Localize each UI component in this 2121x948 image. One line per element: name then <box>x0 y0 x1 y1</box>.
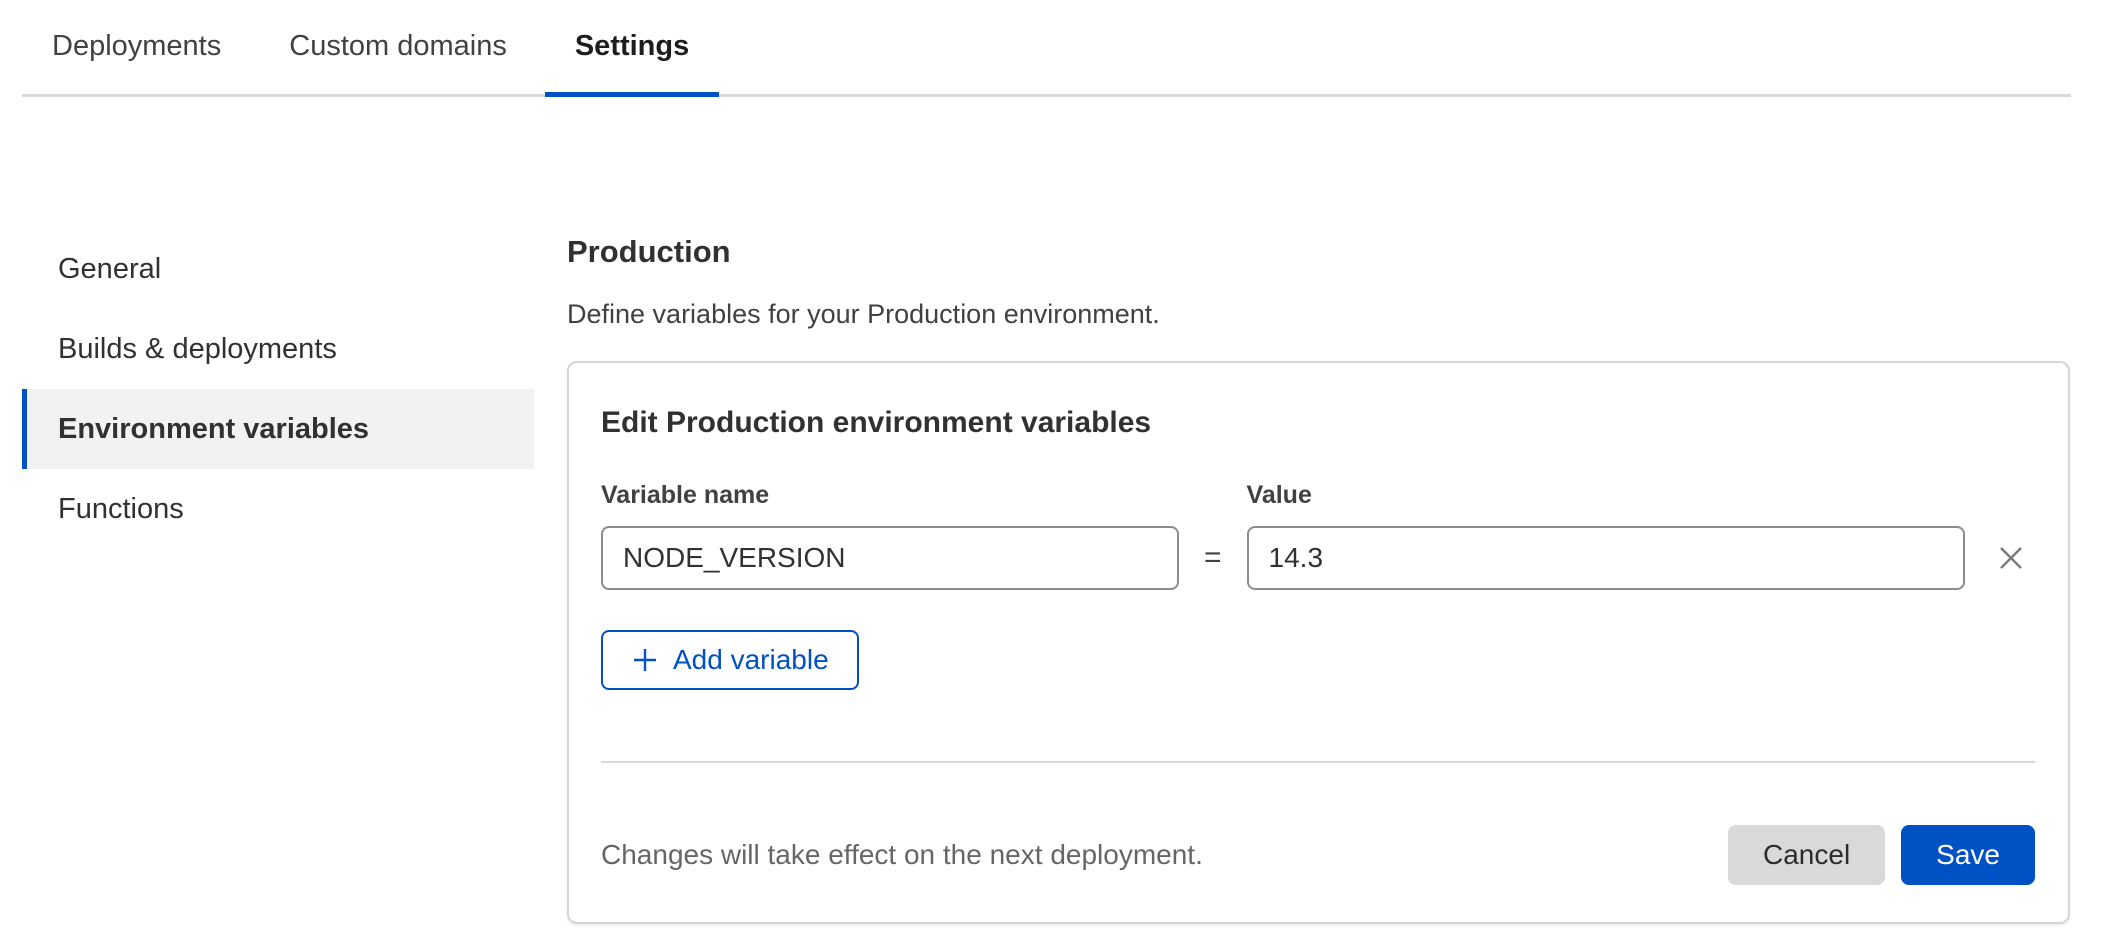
tab-custom-domains[interactable]: Custom domains <box>259 0 537 97</box>
edit-variables-card: Edit Production environment variables Va… <box>567 361 2070 924</box>
variable-value-label: Value <box>1247 483 1965 508</box>
variable-row: Variable name = Value <box>601 483 2035 590</box>
sidebar-item-functions[interactable]: Functions <box>22 469 534 549</box>
variable-name-input[interactable] <box>601 526 1179 590</box>
card-footer: Changes will take effect on the next dep… <box>601 825 2035 885</box>
section-description: Define variables for your Production env… <box>567 299 2070 330</box>
equals-sign: = <box>1179 526 1247 590</box>
card-title: Edit Production environment variables <box>601 408 2035 438</box>
section-title: Production <box>567 234 2070 270</box>
sidebar-item-general[interactable]: General <box>22 229 534 309</box>
variable-name-label: Variable name <box>601 483 1179 508</box>
cancel-button[interactable]: Cancel <box>1728 825 1885 885</box>
save-button[interactable]: Save <box>1901 825 2035 885</box>
sidebar-item-builds-deployments[interactable]: Builds & deployments <box>22 309 534 389</box>
add-variable-button[interactable]: Add variable <box>601 630 859 690</box>
card-divider <box>601 761 2035 763</box>
variable-value-group: Value <box>1247 483 1965 590</box>
tab-settings[interactable]: Settings <box>545 0 719 97</box>
settings-content: General Builds & deployments Environment… <box>0 229 2121 924</box>
tab-deployments[interactable]: Deployments <box>22 0 251 97</box>
variable-value-input[interactable] <box>1247 526 1965 590</box>
remove-variable-button[interactable] <box>1995 526 2027 590</box>
close-icon <box>1995 542 2027 574</box>
footer-actions: Cancel Save <box>1728 825 2035 885</box>
settings-sidebar: General Builds & deployments Environment… <box>22 229 534 924</box>
tab-bar: Deployments Custom domains Settings <box>22 0 2071 97</box>
add-variable-label: Add variable <box>673 644 829 676</box>
footer-note: Changes will take effect on the next dep… <box>601 839 1203 871</box>
variable-name-group: Variable name <box>601 483 1179 590</box>
sidebar-item-environment-variables[interactable]: Environment variables <box>22 389 534 469</box>
plus-icon <box>631 646 659 674</box>
environment-variables-panel: Production Define variables for your Pro… <box>567 229 2070 924</box>
